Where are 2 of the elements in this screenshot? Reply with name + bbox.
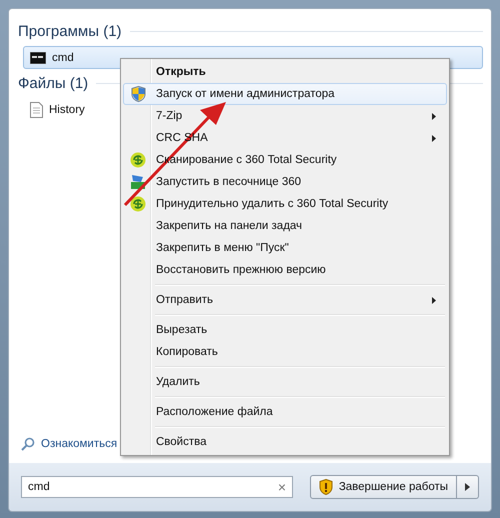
- section-heading: Файлы (1): [18, 75, 88, 92]
- section-heading: Программы (1): [18, 23, 122, 40]
